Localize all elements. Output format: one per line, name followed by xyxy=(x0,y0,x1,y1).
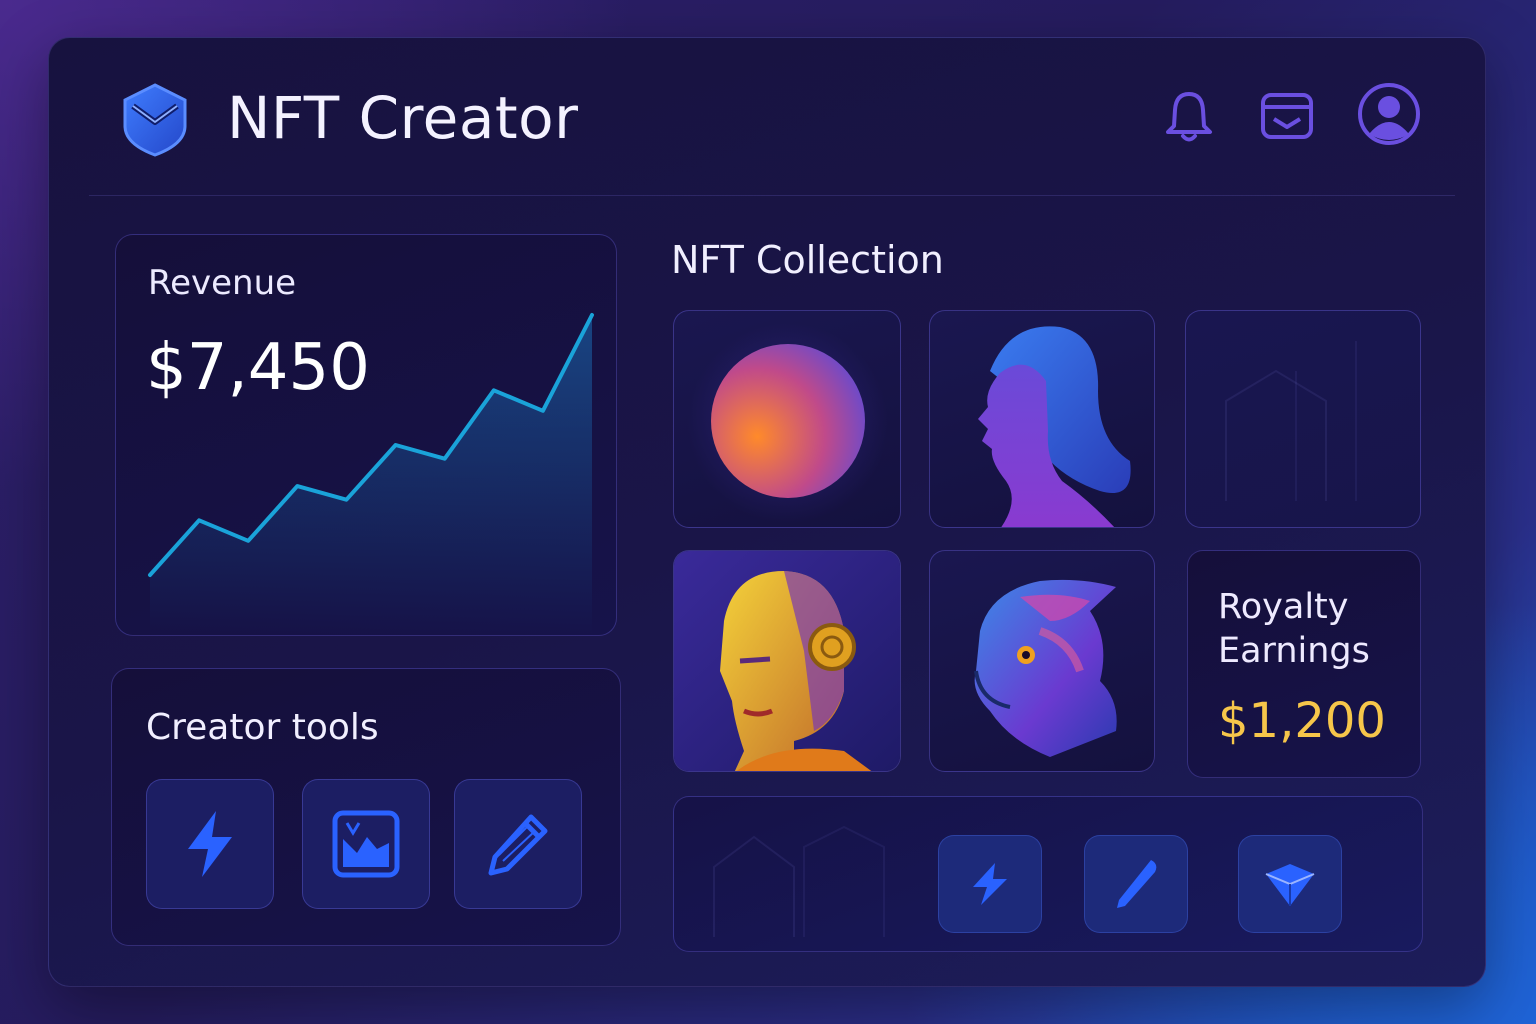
tool-lightning-button[interactable] xyxy=(146,779,274,909)
app-title: NFT Creator xyxy=(227,84,579,152)
creature-artwork xyxy=(974,579,1117,757)
pencil-icon xyxy=(488,814,548,876)
quick-box-button[interactable] xyxy=(1238,835,1342,933)
woman-profile-artwork xyxy=(978,326,1131,527)
lightning-icon xyxy=(188,811,232,877)
wallet-icon xyxy=(1261,93,1313,139)
lightning-icon xyxy=(973,863,1007,905)
nft-collection-label: NFT Collection xyxy=(671,238,944,282)
box-icon xyxy=(1265,864,1315,906)
creator-tools-label: Creator tools xyxy=(146,707,379,748)
orb-artwork xyxy=(688,323,888,523)
golden-android-artwork xyxy=(674,551,900,771)
nft-item[interactable] xyxy=(673,550,901,772)
notifications-button[interactable] xyxy=(1157,84,1221,148)
quick-brush-button[interactable] xyxy=(1084,835,1188,933)
nft-item[interactable] xyxy=(929,550,1155,772)
image-icon xyxy=(332,810,400,878)
empty-slot xyxy=(1225,341,1357,501)
revenue-label: Revenue xyxy=(148,263,297,303)
nft-item[interactable] xyxy=(673,310,901,528)
brush-icon xyxy=(1117,860,1157,908)
nft-item[interactable] xyxy=(929,310,1155,528)
app-header: NFT Creator xyxy=(49,38,1485,198)
header-divider xyxy=(89,195,1455,196)
revenue-value: $7,450 xyxy=(146,331,370,405)
tool-pencil-button[interactable] xyxy=(454,779,582,909)
creator-tools-card: Creator tools xyxy=(111,668,621,946)
profile-button[interactable] xyxy=(1357,82,1421,146)
user-avatar-icon xyxy=(1358,83,1420,145)
bell-icon xyxy=(1166,92,1212,142)
quick-lightning-button[interactable] xyxy=(938,835,1042,933)
dashboard-frame: NFT Creator Revenue $7,450 Creator tools… xyxy=(48,37,1486,987)
royalty-label: Royalty Earnings xyxy=(1218,587,1370,671)
tool-image-button[interactable] xyxy=(302,779,430,909)
revenue-card[interactable]: Revenue $7,450 xyxy=(115,234,617,636)
royalty-earnings-card[interactable]: Royalty Earnings $1,200 xyxy=(1187,550,1421,778)
nft-item-empty[interactable] xyxy=(1185,310,1421,528)
shield-check-icon xyxy=(123,83,187,157)
decorative-shapes xyxy=(713,825,885,937)
royalty-value: $1,200 xyxy=(1218,693,1386,749)
wallet-button[interactable] xyxy=(1255,84,1319,148)
quick-actions-bar xyxy=(673,796,1423,952)
